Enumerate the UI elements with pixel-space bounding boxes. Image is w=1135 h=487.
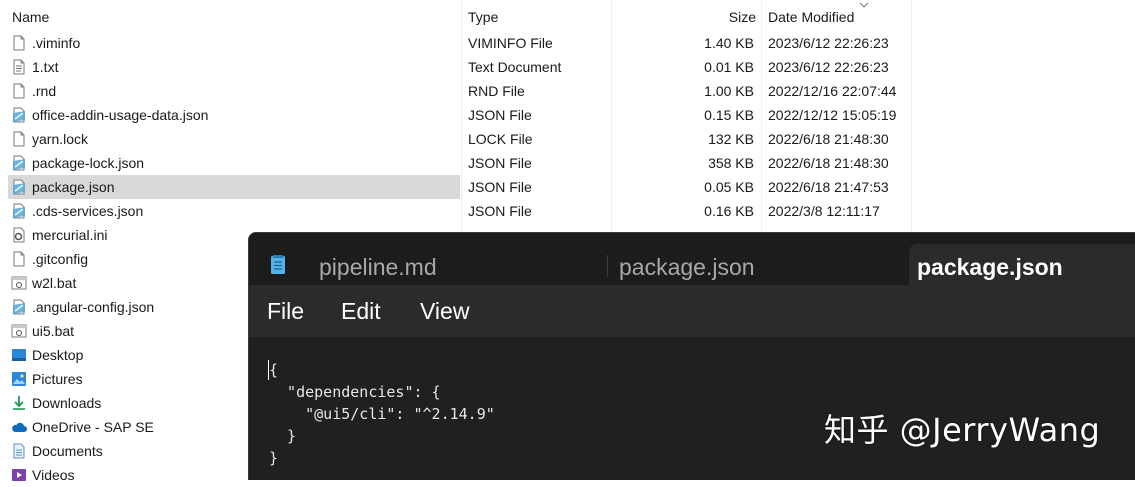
text-file-icon (13, 59, 25, 75)
file-name: .rnd (32, 83, 57, 99)
videos-folder-icon (12, 469, 26, 481)
file-name: Documents (32, 443, 103, 459)
file-type: VIMINFO File (468, 35, 553, 51)
file-size: 0.01 KB (704, 59, 754, 75)
file-name: .gitconfig (32, 251, 89, 267)
file-name: .viminfo (32, 35, 81, 51)
file-row[interactable]: 1.txt Text Document 0.01 KB 2023/6/12 22:26… (0, 55, 912, 79)
file-size: 0.15 KB (704, 107, 754, 123)
file-type: JSON File (468, 107, 532, 123)
file-date-modified: 2023/6/12 22:26:23 (768, 35, 889, 51)
watermark: 知乎 @JerryWang (824, 411, 1101, 449)
file-name: package.json (32, 179, 115, 195)
column-header-size[interactable]: Size (612, 0, 756, 32)
file-size: 358 KB (708, 155, 754, 171)
file-name: OneDrive - SAP SE (32, 419, 154, 435)
file-date-modified: 2022/3/8 12:11:17 (768, 203, 880, 219)
file-size: 0.16 KB (704, 203, 754, 219)
file-name: Downloads (32, 395, 102, 411)
file-type: JSON File (468, 203, 532, 219)
menu-edit[interactable]: Edit (341, 285, 381, 337)
file-row[interactable]: .rnd RND File 1.00 KB 2022/12/16 22:07:44 (0, 79, 912, 103)
name-cell[interactable]: .viminfo (8, 31, 460, 55)
file-date-modified: 2022/12/16 22:07:44 (768, 83, 897, 99)
file-type: LOCK File (468, 131, 533, 147)
file-type: JSON File (468, 155, 532, 171)
menu-file[interactable]: File (267, 285, 304, 337)
pictures-folder-icon (12, 372, 26, 386)
blank-file-icon (13, 83, 25, 99)
name-cell[interactable]: office-addin-usage-data.json (8, 103, 460, 127)
file-row[interactable]: .cds-services.json JSON File 0.16 KB 2022/3… (0, 199, 912, 223)
blank-file-icon (13, 35, 25, 51)
settings-file-icon (13, 227, 25, 243)
file-row[interactable]: package.json JSON File 0.05 KB 2022/6/18 21… (0, 175, 912, 199)
file-row[interactable]: office-addin-usage-data.json JSON File 0.1… (0, 103, 912, 127)
file-type: Text Document (468, 59, 562, 75)
file-name: Pictures (32, 371, 83, 387)
onedrive-cloud-icon (12, 422, 27, 432)
tab-package-json-active[interactable]: package.json (909, 244, 1135, 285)
column-header-name[interactable]: Name (12, 0, 49, 32)
editor-content[interactable]: { "dependencies": { "@ui5/cli": "^2.14.9… (269, 359, 495, 469)
file-date-modified: 2022/6/18 21:48:30 (768, 155, 889, 171)
file-date-modified: 2022/6/18 21:47:53 (768, 179, 889, 195)
name-cell[interactable]: package.json (8, 175, 460, 199)
notepad-icon (271, 255, 285, 274)
column-header-type[interactable]: Type (468, 0, 498, 32)
json-file-icon (13, 155, 25, 171)
file-name: mercurial.ini (32, 227, 108, 243)
documents-folder-icon (13, 443, 25, 459)
file-row[interactable]: package-lock.json JSON File 358 KB 2022/6/1… (0, 151, 912, 175)
file-name: office-addin-usage-data.json (32, 107, 209, 123)
name-cell[interactable]: yarn.lock (8, 127, 460, 151)
downloads-folder-icon (13, 396, 25, 410)
file-date-modified: 2023/6/12 22:26:23 (768, 59, 889, 75)
name-cell[interactable]: .cds-services.json (8, 199, 460, 223)
name-cell[interactable]: .rnd (8, 79, 460, 103)
json-file-icon (13, 107, 25, 123)
column-header-date-modified[interactable]: Date Modified (768, 0, 854, 32)
tab-pipeline-md[interactable]: pipeline.md (319, 244, 437, 285)
batch-file-icon (11, 324, 27, 338)
tab-package-json[interactable]: package.json (619, 244, 755, 285)
file-type: JSON File (468, 179, 532, 195)
file-size: 1.40 KB (704, 35, 754, 51)
file-date-modified: 2022/12/12 15:05:19 (768, 107, 897, 123)
file-date-modified: 2022/6/18 21:48:30 (768, 131, 889, 147)
blank-file-icon (13, 251, 25, 267)
menu-view[interactable]: View (420, 285, 469, 337)
file-name: ui5.bat (32, 323, 75, 339)
name-cell[interactable]: 1.txt (8, 55, 460, 79)
file-name: package-lock.json (32, 155, 145, 171)
tab-bar: pipeline.md package.json package.json (249, 233, 1135, 285)
batch-file-icon (11, 276, 27, 290)
file-row[interactable]: yarn.lock LOCK File 132 KB 2022/6/18 21:48:… (0, 127, 912, 151)
desktop-folder-icon (12, 349, 26, 361)
json-file-icon (13, 179, 25, 195)
file-row[interactable]: .viminfo VIMINFO File 1.40 KB 2023/6/12 22:… (0, 31, 912, 55)
file-size: 0.05 KB (704, 179, 754, 195)
file-size: 1.00 KB (704, 83, 754, 99)
file-name: .cds-services.json (32, 203, 144, 219)
sort-chevron-icon (859, 2, 869, 8)
file-name: w2l.bat (32, 275, 77, 291)
file-type: RND File (468, 83, 525, 99)
file-name: Desktop (32, 347, 84, 363)
tab-divider (607, 255, 608, 277)
file-name: Videos (32, 467, 75, 483)
json-file-icon (13, 299, 25, 315)
menu-bar: File Edit View (249, 285, 1135, 337)
name-cell[interactable]: package-lock.json (8, 151, 460, 175)
file-name: yarn.lock (32, 131, 89, 147)
file-name: 1.txt (32, 59, 59, 75)
file-name: .angular-config.json (32, 299, 155, 315)
file-size: 132 KB (708, 131, 754, 147)
json-file-icon (13, 203, 25, 219)
blank-file-icon (13, 131, 25, 147)
